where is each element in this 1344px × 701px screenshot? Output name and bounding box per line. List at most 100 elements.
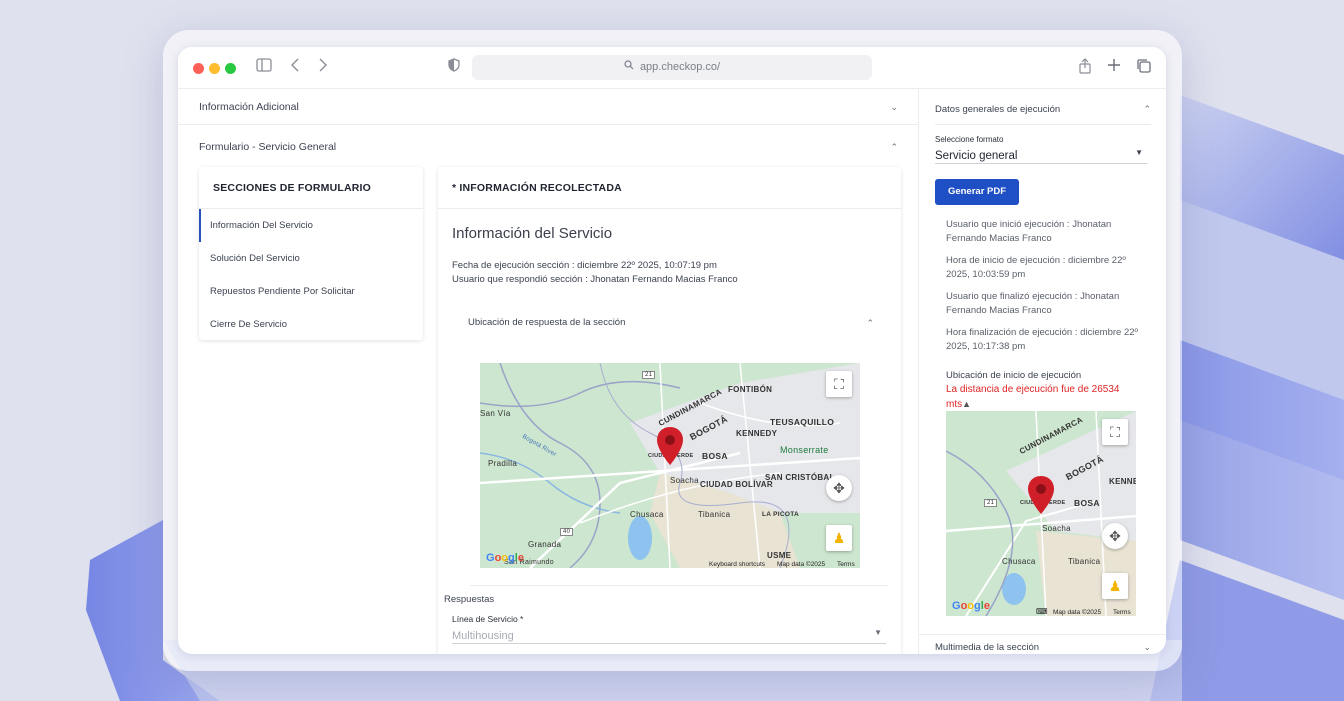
chevron-down-icon: ⌄ [1143, 642, 1151, 652]
execution-date: Fecha de ejecución sección : diciembre 2… [452, 260, 717, 271]
distance-warning: La distancia de ejecución fue de 26534 m… [946, 383, 1146, 412]
map-label: Pradilla [488, 459, 518, 468]
chevron-up-icon: ⌃ [890, 142, 898, 152]
forward-arrow-icon[interactable] [318, 58, 328, 78]
google-logo: Google [486, 552, 524, 564]
terms-link[interactable]: Terms [837, 561, 855, 568]
divider [470, 585, 888, 586]
end-time-info: Hora finalización de ejecución : diciemb… [946, 327, 1138, 352]
map-label: USME [767, 551, 792, 560]
start-location-map[interactable]: CUNDINAMARCA BOGOTÁ KENNE BOSA CIUDAD VE… [946, 411, 1136, 616]
divider [919, 634, 1166, 635]
back-arrow-icon[interactable] [290, 58, 300, 78]
collected-info-title: * INFORMACIÓN RECOLECTADA [438, 167, 901, 209]
address-bar[interactable]: app.checkop.co/ [472, 55, 872, 80]
street-view-pegman-icon[interactable]: ♟ [826, 525, 852, 551]
accordion-form[interactable]: Formulario - Servicio General ⌃ [178, 125, 918, 169]
search-icon [624, 55, 634, 80]
map-label: KENNEDY [736, 429, 778, 438]
warning-icon: ▲ [962, 399, 972, 409]
map-label: Chusaca [630, 510, 664, 519]
google-logo: Google [952, 600, 990, 612]
accordion-additional-info[interactable]: Información Adicional ⌄ [178, 89, 918, 125]
keyboard-icon[interactable]: ⌨ [1036, 607, 1048, 616]
map-pan-control-icon[interactable]: ✥ [826, 475, 852, 501]
collected-info-card: * INFORMACIÓN RECOLECTADA Información de… [438, 167, 901, 654]
accordion-additional-info-label: Información Adicional [199, 101, 299, 113]
map-label: TEUSAQUILLO [770, 417, 835, 427]
accordion-form-label: Formulario - Servicio General [199, 141, 337, 153]
form-sections-title: SECCIONES DE FORMULARIO [199, 167, 423, 209]
privacy-shield-icon[interactable] [448, 58, 460, 78]
location-accordion-label: Ubicación de respuesta de la sección [468, 317, 626, 328]
browser-window: app.checkop.co/ Información Adicional ⌄ … [178, 47, 1166, 654]
service-line-select[interactable]: Multihousing ▼ [452, 626, 886, 644]
multimedia-accordion[interactable]: Multimedia de la sección ⌄ [935, 642, 1151, 653]
map-label: SAN CRISTÓBAL [765, 473, 835, 482]
map-data-credit: Map data ©2025 [777, 561, 826, 568]
map-data-credit: Map data ©2025 [1053, 609, 1102, 616]
share-icon[interactable] [1078, 58, 1092, 80]
service-line-label: Línea de Servicio * [452, 614, 524, 624]
location-accordion[interactable]: Ubicación de respuesta de la sección ⌃ [468, 312, 876, 334]
section-title: Información del Servicio [452, 225, 613, 242]
map-label: Granada [528, 540, 562, 549]
end-user-info: Usuario que finalizó ejecución : Jhonata… [946, 291, 1120, 316]
generate-pdf-button[interactable]: Generar PDF [935, 179, 1019, 205]
map-label: Soacha [1042, 524, 1071, 533]
map-label: Chusaca [1002, 557, 1036, 566]
divider [935, 124, 1151, 125]
sidebar-toggle-icon[interactable] [256, 58, 272, 78]
fullscreen-icon[interactable]: ⛶ [826, 371, 852, 397]
map-label: LA PICOTA [762, 511, 800, 518]
new-tab-plus-icon[interactable] [1107, 58, 1121, 78]
section-item-pending-parts[interactable]: Repuestos Pendiente Por Solicitar [199, 275, 423, 308]
close-window-button[interactable] [193, 63, 204, 74]
format-label: Seleccione formato [935, 135, 1004, 144]
chevron-down-icon: ⌄ [890, 102, 898, 112]
map-label: Tibanica [1068, 557, 1101, 566]
start-time-info: Hora de inicio de ejecución : diciembre … [946, 255, 1126, 280]
map-label: Tibanica [698, 510, 731, 519]
map-label: BOSA [702, 451, 728, 461]
map-pan-control-icon[interactable]: ✥ [1102, 523, 1128, 549]
start-location-label: Ubicación de inicio de ejecución [946, 370, 1082, 381]
chevron-up-icon: ⌃ [866, 318, 874, 328]
distance-warning-text: La distancia de ejecución fue de 26534 m… [946, 384, 1120, 410]
minimize-window-button[interactable] [209, 63, 220, 74]
map-label: CIUDAD BOLÍVAR [700, 480, 773, 489]
url-text: app.checkop.co/ [639, 61, 721, 73]
form-sections-card: SECCIONES DE FORMULARIO Información Del … [199, 167, 423, 340]
map-label: 21 [984, 499, 998, 507]
section-item-service-solution[interactable]: Solución Del Servicio [199, 242, 423, 275]
execution-panel-title: Datos generales de ejecución [935, 104, 1061, 115]
section-item-service-info[interactable]: Información Del Servicio [199, 209, 423, 242]
map-label: KENNE [1109, 477, 1136, 486]
map-label: FONTIBÓN [728, 385, 773, 394]
start-user-info: Usuario que inició ejecución : Jhonatan … [946, 219, 1112, 244]
section-item-service-close[interactable]: Cierre De Servicio [199, 308, 423, 341]
dropdown-caret-icon: ▼ [874, 628, 882, 637]
responses-label: Respuestas [444, 594, 495, 605]
service-line-value: Multihousing [452, 630, 514, 642]
format-value: Servicio general [935, 150, 1018, 162]
browser-toolbar: app.checkop.co/ [178, 47, 1166, 89]
response-location-map[interactable]: CUNDINAMARCA BOGOTÁ FONTIBÓN TEUSAQUILLO… [480, 363, 860, 568]
keyboard-shortcuts-link[interactable]: Keyboard shortcuts [709, 561, 765, 568]
dropdown-caret-icon: ▼ [1135, 148, 1143, 157]
format-select[interactable]: Servicio general ▼ [935, 146, 1147, 164]
map-label: Monserrate [780, 445, 829, 455]
map-label: BOSA [1074, 498, 1100, 508]
maximize-window-button[interactable] [225, 63, 236, 74]
chevron-up-icon: ⌃ [1143, 104, 1151, 114]
map-label: San Vía [480, 409, 511, 418]
execution-panel: Datos generales de ejecución ⌃ Seleccion… [918, 89, 1166, 654]
fullscreen-icon[interactable]: ⛶ [1102, 419, 1128, 445]
execution-panel-header[interactable]: Datos generales de ejecución ⌃ [935, 104, 1151, 115]
street-view-pegman-icon[interactable]: ♟ [1102, 573, 1128, 599]
map-label: 40 [560, 528, 574, 536]
terms-link[interactable]: Terms [1113, 609, 1131, 616]
map-label: Soacha [670, 476, 699, 485]
tabs-overview-icon[interactable] [1136, 58, 1152, 80]
multimedia-label: Multimedia de la sección [935, 642, 1040, 653]
